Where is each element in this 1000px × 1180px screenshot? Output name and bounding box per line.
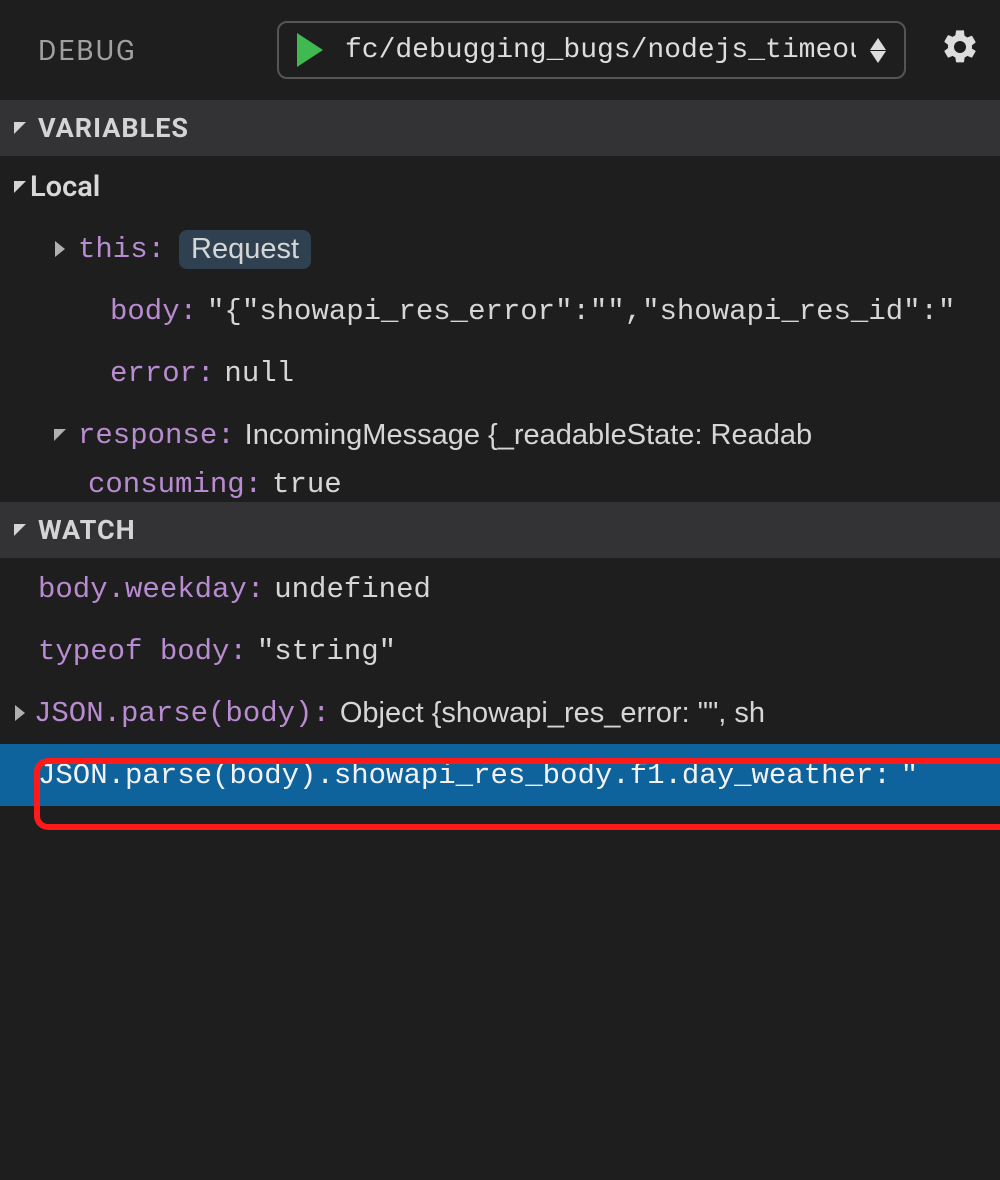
variable-error[interactable]: error: null xyxy=(0,342,1000,404)
chevron-down-icon xyxy=(10,179,30,195)
watch-expression[interactable]: typeof body: "string" xyxy=(0,620,1000,682)
variable-name: response xyxy=(78,419,217,452)
variable-name: consuming xyxy=(88,468,245,501)
variable-body[interactable]: body: "{"showapi_res_error":"","showapi_… xyxy=(0,280,1000,342)
debug-title: DEBUG xyxy=(38,34,137,67)
watch-value: Object {showapi_res_error: "", sh xyxy=(340,697,765,730)
chevron-right-icon xyxy=(10,705,30,721)
gear-icon xyxy=(940,27,980,67)
watch-value: "string" xyxy=(257,635,396,668)
play-icon xyxy=(293,33,327,67)
variable-value: null xyxy=(224,357,294,390)
watch-name: JSON.parse(body) xyxy=(34,697,312,730)
variable-value: Request xyxy=(179,230,311,269)
updown-icon xyxy=(870,38,886,63)
variable-name: body xyxy=(110,295,180,328)
variable-value: "{"showapi_res_error":"","showapi_res_id… xyxy=(207,295,955,328)
watch-expression-selected[interactable]: JSON.parse(body).showapi_res_body.f1.day… xyxy=(0,744,1000,806)
watch-expression[interactable]: body.weekday: undefined xyxy=(0,558,1000,620)
scope-local[interactable]: Local xyxy=(0,156,1000,218)
variable-name: error xyxy=(110,357,197,390)
launch-config-selector[interactable]: fc/debugging_bugs/nodejs_timeout xyxy=(277,21,906,79)
launch-config-label: fc/debugging_bugs/nodejs_timeout xyxy=(345,35,856,66)
scope-label: Local xyxy=(30,170,100,204)
watch-name: typeof body xyxy=(38,635,229,668)
variable-value: IncomingMessage {_readableState: Readab xyxy=(245,419,813,452)
watch-expression[interactable]: JSON.parse(body): Object {showapi_res_er… xyxy=(0,682,1000,744)
watch-name: body.weekday xyxy=(38,573,247,606)
watch-value: undefined xyxy=(274,573,431,606)
chevron-right-icon xyxy=(50,241,70,257)
variables-section-header[interactable]: VARIABLES xyxy=(0,100,1000,156)
watch-section-title: WATCH xyxy=(38,514,136,546)
start-debug-button[interactable] xyxy=(293,33,327,67)
chevron-down-icon xyxy=(10,522,30,538)
debug-header: DEBUG fc/debugging_bugs/nodejs_timeout xyxy=(0,0,1000,100)
variable-value: true xyxy=(272,468,342,501)
variable-name: this xyxy=(78,233,148,266)
variable-consuming[interactable]: consuming: true xyxy=(0,466,1000,502)
chevron-down-icon xyxy=(50,427,70,443)
watch-name: JSON.parse(body).showapi_res_body.f1.day… xyxy=(38,759,873,792)
watch-section-header[interactable]: WATCH xyxy=(0,502,1000,558)
settings-button[interactable] xyxy=(940,27,980,74)
watch-value: " xyxy=(901,759,918,792)
variable-response[interactable]: response: IncomingMessage {_readableStat… xyxy=(0,404,1000,466)
chevron-down-icon xyxy=(10,120,30,136)
variables-section-title: VARIABLES xyxy=(38,112,189,144)
variable-this[interactable]: this: Request xyxy=(0,218,1000,280)
